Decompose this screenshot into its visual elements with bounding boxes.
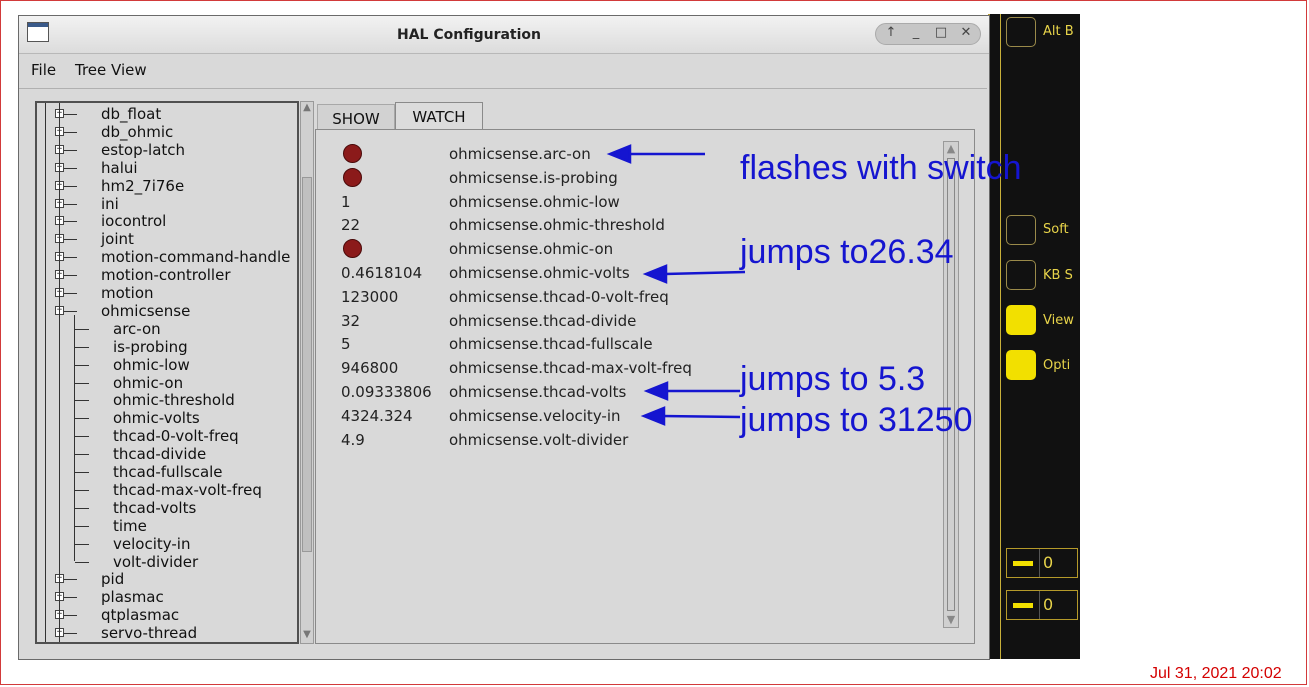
- arrowhead: [643, 381, 669, 401]
- arrow-velocity-in: [661, 414, 741, 419]
- annotation-flashes: flashes with switch: [740, 149, 1022, 187]
- arrowhead: [640, 406, 666, 426]
- arrowhead: [642, 264, 668, 284]
- timestamp: Jul 31, 2021 20:02: [1150, 665, 1282, 682]
- arrow-ohmic-volts: [664, 270, 746, 276]
- annotation-velocity-in: jumps to 31250: [740, 401, 973, 439]
- annotation-arrows: [606, 144, 746, 426]
- annotation-thcad-volts: jumps to 5.3: [740, 360, 926, 398]
- annotation-ohmic-volts: jumps to26.34: [740, 233, 954, 271]
- arrowhead: [606, 144, 632, 164]
